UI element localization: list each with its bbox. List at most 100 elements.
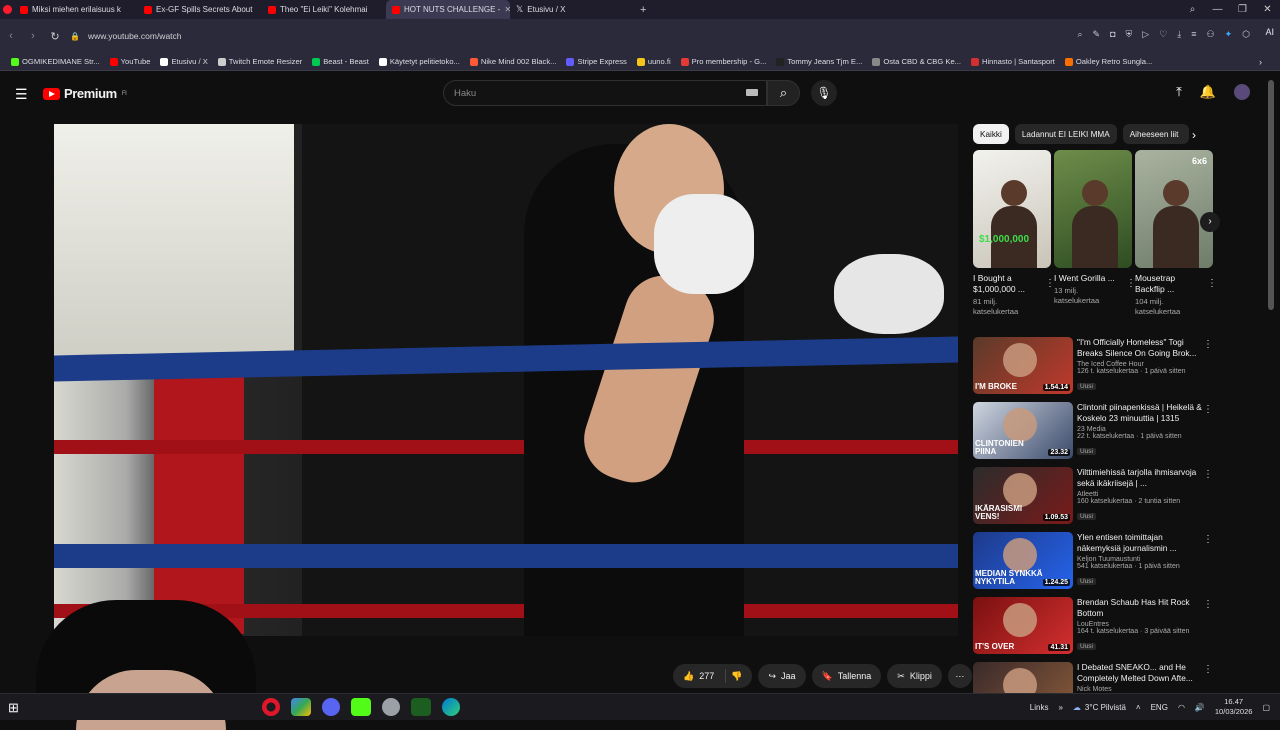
bookmark-item[interactable]: Osta CBD & CBG Ke... bbox=[867, 57, 966, 66]
shield-icon[interactable]: ⛨ bbox=[1126, 29, 1133, 40]
maximize-icon[interactable]: ❐ bbox=[1230, 4, 1255, 15]
search-icon[interactable]: ⌕ bbox=[1077, 29, 1082, 40]
bookmark-item[interactable]: Hinnasto | Santasport bbox=[966, 57, 1060, 66]
app-icon[interactable] bbox=[411, 698, 431, 716]
search-button[interactable]: ⌕ bbox=[767, 80, 800, 106]
more-actions-button[interactable]: ⋯ bbox=[947, 664, 972, 688]
wifi-icon[interactable]: ◠ bbox=[1178, 703, 1185, 712]
chip-uploader[interactable]: Ladannut EI LEIKI MMA bbox=[1014, 124, 1117, 144]
short-card[interactable]: I Went Gorilla ... 13 milj. katselukertaa… bbox=[1054, 150, 1136, 306]
forward-icon[interactable]: › bbox=[22, 30, 44, 42]
youtube-premium-logo[interactable]: Premium FI bbox=[43, 86, 127, 101]
app-icon[interactable] bbox=[382, 698, 400, 716]
video-thumbnail[interactable]: IKÄRASISMI VENS! 1.09.53 bbox=[973, 467, 1073, 524]
chevron-right-icon[interactable]: › bbox=[1192, 128, 1196, 142]
short-card[interactable]: 6x6 Mousetrap Backflip ... 104 milj. katse… bbox=[1135, 150, 1217, 317]
scrollbar[interactable] bbox=[1268, 80, 1274, 310]
voice-search-button[interactable]: 🎙 bbox=[811, 80, 837, 106]
search-input[interactable]: Haku bbox=[443, 80, 767, 106]
browser-tab[interactable]: Miksi miehen erilaisuus k bbox=[14, 0, 138, 19]
bookmark-item[interactable]: Beast - Beast bbox=[307, 57, 374, 66]
short-thumbnail[interactable]: $1,000,000 bbox=[973, 150, 1051, 268]
close-window-icon[interactable]: ✕ bbox=[1255, 4, 1280, 15]
related-video[interactable]: CLINTONIEN PIINA 23.32 Clintonit piinapenk… bbox=[973, 402, 1213, 462]
url-field[interactable]: 🔒 www.youtube.com/watch bbox=[70, 25, 1010, 47]
kick-icon[interactable] bbox=[351, 698, 371, 716]
related-video[interactable]: I'M BROKE 1.54.14 "I'm Officially Homeless… bbox=[973, 337, 1213, 397]
browser-tab[interactable]: Theo "Ei Leiki" Kolehmai bbox=[262, 0, 386, 19]
short-thumbnail[interactable]: 6x6 bbox=[1135, 150, 1213, 268]
extension-icon[interactable]: ✦ bbox=[1225, 29, 1233, 40]
avatar[interactable] bbox=[1234, 84, 1250, 100]
bookmark-item[interactable]: YouTube bbox=[105, 57, 156, 66]
download-icon[interactable]: ⤓ bbox=[1177, 29, 1181, 40]
bookmark-item[interactable]: OGMIKEDIMANE Str... bbox=[6, 57, 105, 66]
thumbs-down-icon[interactable]: 👎 bbox=[731, 671, 742, 682]
bookmark-item[interactable]: Oakley Retro Sungla... bbox=[1060, 57, 1157, 66]
play-icon[interactable]: ▷ bbox=[1142, 29, 1149, 40]
short-thumbnail[interactable] bbox=[1054, 150, 1132, 268]
more-vert-icon[interactable]: ⋮ bbox=[1203, 469, 1213, 480]
edge-icon[interactable] bbox=[442, 698, 460, 716]
notification-icon[interactable]: ▢ bbox=[1262, 703, 1270, 712]
search-tabs-icon[interactable]: ⌕ bbox=[1180, 4, 1205, 15]
video-title[interactable]: "I'm Officially Homeless" Togi Breaks Si… bbox=[1077, 337, 1202, 359]
ai-button[interactable]: AI bbox=[1265, 27, 1274, 37]
more-vert-icon[interactable]: ⋮ bbox=[1203, 404, 1213, 415]
menu-list-icon[interactable]: ≡ bbox=[1191, 29, 1196, 40]
video-thumbnail[interactable]: CLINTONIEN PIINA 23.32 bbox=[973, 402, 1073, 459]
channel-name[interactable]: Nick Motes bbox=[1077, 686, 1202, 693]
video-title[interactable]: Brendan Schaub Has Hit Rock Bottom bbox=[1077, 597, 1202, 619]
video-thumbnail[interactable]: IT'S OVER 41.31 bbox=[973, 597, 1073, 654]
hamburger-menu-icon[interactable]: ☰ bbox=[15, 86, 28, 103]
heart-icon[interactable]: ♡ bbox=[1159, 29, 1167, 40]
video-player[interactable] bbox=[54, 124, 958, 636]
channel-name[interactable]: The Iced Coffee Hour bbox=[1077, 361, 1202, 368]
channel-name[interactable]: Atleetti bbox=[1077, 491, 1202, 498]
chevron-up-icon[interactable]: ˄ bbox=[1136, 703, 1141, 712]
chip-related[interactable]: Aiheeseen liit bbox=[1122, 124, 1189, 144]
video-title[interactable]: I Debated SNEAKO... and He Completely Me… bbox=[1077, 662, 1202, 684]
bookmark-item[interactable]: uuno.fi bbox=[632, 57, 676, 66]
windows-start-icon[interactable]: ⊞ bbox=[8, 700, 19, 716]
clock[interactable]: 16.47 10/03/2026 bbox=[1215, 697, 1253, 717]
bookmark-item[interactable]: Tommy Jeans Tjm E... bbox=[771, 57, 867, 66]
bookmark-item[interactable]: Stripe Express bbox=[561, 57, 631, 66]
short-title[interactable]: I Went Gorilla ... bbox=[1054, 273, 1124, 284]
channel-name[interactable]: Keljon Tuumaustunti bbox=[1077, 556, 1202, 563]
video-title[interactable]: Vilttimiehissä tarjolla ihmisarvoja sekä… bbox=[1077, 467, 1202, 489]
app-icon[interactable] bbox=[291, 698, 311, 716]
bookmark-item[interactable]: Nike Mind 002 Black... bbox=[465, 57, 562, 66]
shorts-next-button[interactable]: › bbox=[1200, 212, 1220, 232]
short-card[interactable]: $1,000,000 I Bought a $1,000,000 ... 81 mi… bbox=[973, 150, 1055, 317]
more-vert-icon[interactable]: ⋮ bbox=[1203, 534, 1213, 545]
more-vert-icon[interactable]: ⋮ bbox=[1203, 664, 1213, 675]
more-vert-icon[interactable]: ⋮ bbox=[1203, 339, 1213, 350]
video-title[interactable]: Clintonit piinapenkissä | Heikelä & Kosk… bbox=[1077, 402, 1202, 424]
browser-tab[interactable]: 𝕏 Etusivu / X bbox=[510, 0, 634, 19]
more-vert-icon[interactable]: ⋮ bbox=[1207, 278, 1217, 289]
bookmark-item[interactable]: Käytetyt pelitietoko... bbox=[374, 57, 465, 66]
video-thumbnail[interactable]: I'M BROKE 1.54.14 bbox=[973, 337, 1073, 394]
video-title[interactable]: Ylen entisen toimittajan näkemyksiä jour… bbox=[1077, 532, 1202, 554]
like-button[interactable]: 👍 277 👎 bbox=[673, 664, 753, 688]
bookmark-item[interactable]: Etusivu / X bbox=[155, 57, 212, 66]
save-button[interactable]: 🔖 Tallenna bbox=[811, 664, 882, 688]
volume-icon[interactable]: 🔊 bbox=[1195, 703, 1205, 712]
cube-icon[interactable]: ⬡ bbox=[1242, 29, 1250, 40]
clip-button[interactable]: ✂ Klippi bbox=[887, 664, 942, 688]
short-title[interactable]: I Bought a $1,000,000 ... bbox=[973, 273, 1043, 295]
opera-icon[interactable] bbox=[262, 698, 280, 716]
bookmark-item[interactable]: Pro membership - G... bbox=[676, 57, 772, 66]
share-button[interactable]: ↪ Jaa bbox=[758, 664, 806, 688]
minimize-icon[interactable]: — bbox=[1205, 4, 1230, 15]
video-thumbnail[interactable]: MEDIAN SYNKKÄ NYKYTILA 1.24.25 bbox=[973, 532, 1073, 589]
related-video[interactable]: MEDIAN SYNKKÄ NYKYTILA 1.24.25 Ylen entise… bbox=[973, 532, 1213, 592]
related-video[interactable]: IT'S OVER 41.31 Brendan Schaub Has Hit Roc… bbox=[973, 597, 1213, 657]
new-tab-button[interactable]: + bbox=[640, 4, 646, 16]
keyboard-icon[interactable] bbox=[746, 89, 758, 96]
related-video[interactable]: IKÄRASISMI VENS! 1.09.53 Vilttimiehissä ta… bbox=[973, 467, 1213, 527]
upload-icon[interactable]: ⤒ bbox=[1176, 84, 1182, 100]
browser-tab-active[interactable]: HOT NUTS CHALLENGE - ✕ bbox=[386, 0, 510, 19]
bookmarks-more-icon[interactable]: › bbox=[1259, 57, 1262, 67]
